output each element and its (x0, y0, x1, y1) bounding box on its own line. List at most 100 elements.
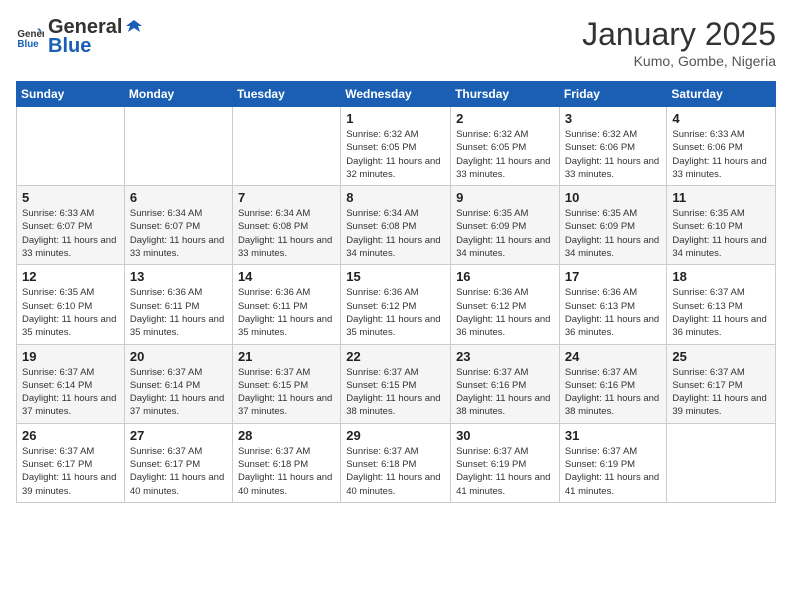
day-number: 6 (130, 190, 227, 205)
sunset-text: Sunset: 6:07 PM (130, 221, 200, 232)
day-info: Sunrise: 6:37 AM Sunset: 6:16 PM Dayligh… (456, 366, 554, 419)
sunrise-text: Sunrise: 6:35 AM (456, 208, 528, 219)
calendar-header-row: SundayMondayTuesdayWednesdayThursdayFrid… (17, 82, 776, 107)
day-info: Sunrise: 6:37 AM Sunset: 6:17 PM Dayligh… (672, 366, 770, 419)
sunrise-text: Sunrise: 6:36 AM (130, 287, 202, 298)
day-header-wednesday: Wednesday (341, 82, 451, 107)
daylight-text: Daylight: 11 hours and 41 minutes. (565, 472, 659, 496)
day-number: 18 (672, 269, 770, 284)
sunrise-text: Sunrise: 6:37 AM (346, 367, 418, 378)
calendar-cell (124, 107, 232, 186)
day-header-sunday: Sunday (17, 82, 125, 107)
day-number: 16 (456, 269, 554, 284)
sunrise-text: Sunrise: 6:37 AM (456, 446, 528, 457)
sunset-text: Sunset: 6:06 PM (672, 142, 742, 153)
calendar-week-1: 1 Sunrise: 6:32 AM Sunset: 6:05 PM Dayli… (17, 107, 776, 186)
calendar-cell (17, 107, 125, 186)
calendar-cell: 27 Sunrise: 6:37 AM Sunset: 6:17 PM Dayl… (124, 423, 232, 502)
sunrise-text: Sunrise: 6:36 AM (456, 287, 528, 298)
sunrise-text: Sunrise: 6:37 AM (130, 446, 202, 457)
sunrise-text: Sunrise: 6:37 AM (22, 446, 94, 457)
day-number: 25 (672, 349, 770, 364)
day-info: Sunrise: 6:35 AM Sunset: 6:10 PM Dayligh… (22, 286, 119, 339)
calendar-cell: 24 Sunrise: 6:37 AM Sunset: 6:16 PM Dayl… (559, 344, 667, 423)
day-number: 11 (672, 190, 770, 205)
day-number: 12 (22, 269, 119, 284)
sunrise-text: Sunrise: 6:37 AM (456, 367, 528, 378)
calendar-table: SundayMondayTuesdayWednesdayThursdayFrid… (16, 81, 776, 503)
daylight-text: Daylight: 11 hours and 37 minutes. (22, 393, 116, 417)
day-info: Sunrise: 6:37 AM Sunset: 6:14 PM Dayligh… (130, 366, 227, 419)
day-info: Sunrise: 6:36 AM Sunset: 6:12 PM Dayligh… (456, 286, 554, 339)
daylight-text: Daylight: 11 hours and 36 minutes. (672, 314, 766, 338)
calendar-cell: 14 Sunrise: 6:36 AM Sunset: 6:11 PM Dayl… (232, 265, 340, 344)
daylight-text: Daylight: 11 hours and 37 minutes. (130, 393, 224, 417)
sunrise-text: Sunrise: 6:36 AM (238, 287, 310, 298)
day-info: Sunrise: 6:33 AM Sunset: 6:07 PM Dayligh… (22, 207, 119, 260)
sunset-text: Sunset: 6:15 PM (346, 380, 416, 391)
day-number: 29 (346, 428, 445, 443)
sunset-text: Sunset: 6:16 PM (565, 380, 635, 391)
calendar-cell: 12 Sunrise: 6:35 AM Sunset: 6:10 PM Dayl… (17, 265, 125, 344)
calendar-cell: 1 Sunrise: 6:32 AM Sunset: 6:05 PM Dayli… (341, 107, 451, 186)
daylight-text: Daylight: 11 hours and 33 minutes. (130, 235, 224, 259)
day-number: 26 (22, 428, 119, 443)
calendar-cell: 5 Sunrise: 6:33 AM Sunset: 6:07 PM Dayli… (17, 186, 125, 265)
day-number: 23 (456, 349, 554, 364)
daylight-text: Daylight: 11 hours and 37 minutes. (238, 393, 332, 417)
calendar-cell: 8 Sunrise: 6:34 AM Sunset: 6:08 PM Dayli… (341, 186, 451, 265)
calendar-cell: 22 Sunrise: 6:37 AM Sunset: 6:15 PM Dayl… (341, 344, 451, 423)
calendar-cell: 25 Sunrise: 6:37 AM Sunset: 6:17 PM Dayl… (667, 344, 776, 423)
day-info: Sunrise: 6:36 AM Sunset: 6:11 PM Dayligh… (238, 286, 335, 339)
logo: General Blue General Blue (16, 16, 144, 58)
daylight-text: Daylight: 11 hours and 32 minutes. (346, 156, 440, 180)
sunrise-text: Sunrise: 6:34 AM (238, 208, 310, 219)
day-info: Sunrise: 6:37 AM Sunset: 6:17 PM Dayligh… (22, 445, 119, 498)
calendar-cell: 20 Sunrise: 6:37 AM Sunset: 6:14 PM Dayl… (124, 344, 232, 423)
daylight-text: Daylight: 11 hours and 35 minutes. (238, 314, 332, 338)
sunset-text: Sunset: 6:09 PM (565, 221, 635, 232)
sunset-text: Sunset: 6:15 PM (238, 380, 308, 391)
calendar-cell: 13 Sunrise: 6:36 AM Sunset: 6:11 PM Dayl… (124, 265, 232, 344)
day-info: Sunrise: 6:36 AM Sunset: 6:11 PM Dayligh… (130, 286, 227, 339)
sunrise-text: Sunrise: 6:35 AM (22, 287, 94, 298)
daylight-text: Daylight: 11 hours and 40 minutes. (238, 472, 332, 496)
daylight-text: Daylight: 11 hours and 33 minutes. (238, 235, 332, 259)
daylight-text: Daylight: 11 hours and 36 minutes. (565, 314, 659, 338)
sunset-text: Sunset: 6:19 PM (565, 459, 635, 470)
sunset-text: Sunset: 6:08 PM (238, 221, 308, 232)
sunrise-text: Sunrise: 6:32 AM (456, 129, 528, 140)
sunset-text: Sunset: 6:14 PM (22, 380, 92, 391)
daylight-text: Daylight: 11 hours and 38 minutes. (565, 393, 659, 417)
day-number: 8 (346, 190, 445, 205)
day-number: 24 (565, 349, 662, 364)
day-header-saturday: Saturday (667, 82, 776, 107)
day-info: Sunrise: 6:32 AM Sunset: 6:06 PM Dayligh… (565, 128, 662, 181)
calendar-cell: 21 Sunrise: 6:37 AM Sunset: 6:15 PM Dayl… (232, 344, 340, 423)
day-number: 15 (346, 269, 445, 284)
daylight-text: Daylight: 11 hours and 35 minutes. (346, 314, 440, 338)
calendar-week-4: 19 Sunrise: 6:37 AM Sunset: 6:14 PM Dayl… (17, 344, 776, 423)
day-number: 4 (672, 111, 770, 126)
day-info: Sunrise: 6:37 AM Sunset: 6:19 PM Dayligh… (456, 445, 554, 498)
day-info: Sunrise: 6:35 AM Sunset: 6:10 PM Dayligh… (672, 207, 770, 260)
calendar-week-3: 12 Sunrise: 6:35 AM Sunset: 6:10 PM Dayl… (17, 265, 776, 344)
day-number: 27 (130, 428, 227, 443)
day-number: 31 (565, 428, 662, 443)
daylight-text: Daylight: 11 hours and 34 minutes. (456, 235, 550, 259)
sunrise-text: Sunrise: 6:37 AM (22, 367, 94, 378)
sunrise-text: Sunrise: 6:32 AM (346, 129, 418, 140)
daylight-text: Daylight: 11 hours and 36 minutes. (456, 314, 550, 338)
sunrise-text: Sunrise: 6:33 AM (672, 129, 744, 140)
sunset-text: Sunset: 6:09 PM (456, 221, 526, 232)
sunrise-text: Sunrise: 6:37 AM (565, 446, 637, 457)
sunrise-text: Sunrise: 6:32 AM (565, 129, 637, 140)
calendar-week-2: 5 Sunrise: 6:33 AM Sunset: 6:07 PM Dayli… (17, 186, 776, 265)
day-info: Sunrise: 6:37 AM Sunset: 6:15 PM Dayligh… (238, 366, 335, 419)
month-year-title: January 2025 (582, 16, 776, 53)
calendar-cell: 3 Sunrise: 6:32 AM Sunset: 6:06 PM Dayli… (559, 107, 667, 186)
calendar-cell: 2 Sunrise: 6:32 AM Sunset: 6:05 PM Dayli… (451, 107, 560, 186)
day-info: Sunrise: 6:36 AM Sunset: 6:13 PM Dayligh… (565, 286, 662, 339)
sunset-text: Sunset: 6:11 PM (238, 301, 308, 312)
sunrise-text: Sunrise: 6:34 AM (130, 208, 202, 219)
